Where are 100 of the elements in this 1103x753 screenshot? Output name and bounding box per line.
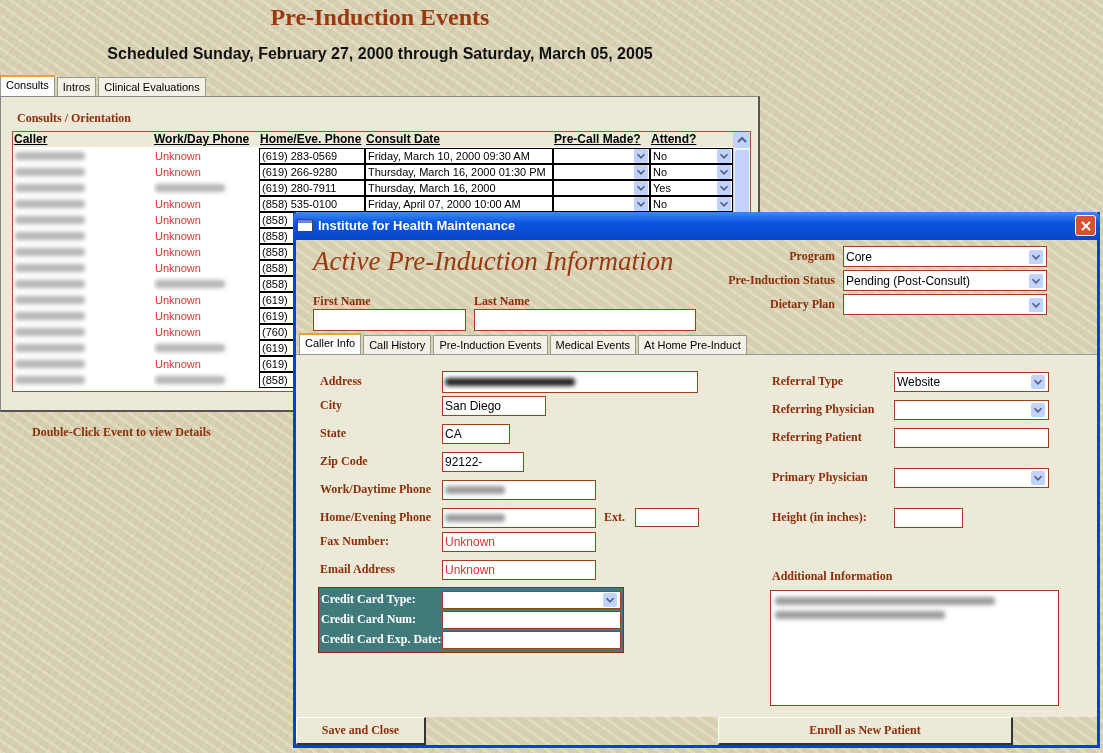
field-label: Zip Code: [320, 454, 369, 470]
table-cell: Thursday, March 16, 2000 01:30 PM: [365, 164, 553, 180]
table-cell-text: Unknown: [154, 229, 202, 244]
table-cell: Friday, March 10, 2000 09:30 AM: [365, 148, 553, 164]
field-label: City: [320, 398, 343, 414]
field-label: Email Address: [320, 562, 396, 578]
dropdown-field[interactable]: [894, 399, 1049, 420]
column-header[interactable]: Work/Day Phone: [153, 132, 259, 147]
input-field[interactable]: Unknown: [442, 559, 596, 580]
field-label: Primary Physician: [772, 470, 869, 486]
field-label: Referral Type: [772, 374, 845, 390]
input-field[interactable]: [442, 507, 596, 528]
table-cell-text: Unknown: [154, 309, 202, 324]
tab[interactable]: Call History: [363, 334, 432, 354]
redacted-text: [15, 344, 85, 352]
dropdown-field[interactable]: [843, 294, 1047, 316]
dropdown-field[interactable]: [553, 196, 650, 212]
input-field[interactable]: [442, 630, 621, 649]
redacted-text: [15, 296, 85, 304]
tab[interactable]: At Home Pre-Induct: [638, 334, 747, 354]
field-label: Program: [789, 249, 835, 265]
field-label: Fax Number:: [320, 534, 390, 550]
dropdown-field[interactable]: Pending (Post-Consult): [843, 270, 1047, 292]
input-field[interactable]: [442, 370, 698, 393]
redacted-text: [155, 280, 225, 288]
table-cell: (858) 535-0100: [259, 196, 365, 212]
dropdown-field[interactable]: [894, 467, 1049, 488]
column-header[interactable]: Pre-Call Made?: [553, 132, 650, 147]
input-field[interactable]: Unknown: [442, 531, 596, 552]
input-field[interactable]: [474, 308, 696, 331]
tab[interactable]: Pre-Induction Events: [433, 334, 548, 354]
table-cell: (619) 266-9280: [259, 164, 365, 180]
redacted-text: [15, 312, 85, 320]
table-cell: Thursday, March 16, 2000: [365, 180, 553, 196]
redacted-text: [15, 264, 85, 272]
dropdown-field[interactable]: No: [650, 148, 733, 164]
dropdown-field[interactable]: Core: [843, 246, 1047, 268]
dropdown-field[interactable]: No: [650, 164, 733, 180]
page-title: Pre-Induction Events: [269, 3, 491, 32]
field-label: Last Name: [474, 293, 531, 309]
close-button[interactable]: [1075, 215, 1096, 237]
tab[interactable]: Medical Events: [549, 334, 637, 354]
tab[interactable]: Intros: [56, 77, 97, 96]
dropdown-field[interactable]: No: [650, 196, 733, 212]
dropdown-field[interactable]: [553, 164, 650, 180]
redacted-text: [15, 216, 85, 224]
field-label: Ext.: [604, 510, 625, 526]
redacted-text: [15, 280, 85, 288]
tab[interactable]: Clinical Evaluations: [98, 77, 206, 96]
text-area[interactable]: [770, 589, 1059, 706]
field-label: Height (in inches):: [772, 510, 868, 526]
redacted-text: [15, 328, 85, 336]
table-cell: Friday, April 07, 2000 10:00 AM: [365, 196, 553, 212]
input-field[interactable]: CA: [442, 423, 510, 444]
redacted-text: [445, 513, 505, 522]
table-cell: (619) 280-7911: [259, 180, 365, 196]
input-field[interactable]: 92122-: [442, 451, 524, 472]
form-button[interactable]: Enroll as New Patient: [718, 717, 1013, 745]
field-label: Credit Card Type:: [321, 592, 417, 608]
redacted-text: [155, 344, 225, 352]
column-header[interactable]: Caller: [13, 132, 153, 147]
table-cell-text: Unknown: [154, 213, 202, 228]
dropdown-field[interactable]: [553, 180, 650, 196]
dropdown-field[interactable]: Yes: [650, 180, 733, 196]
table-cell-text: Unknown: [154, 165, 202, 180]
input-field[interactable]: [894, 507, 963, 528]
input-field[interactable]: San Diego: [442, 395, 546, 416]
column-header[interactable]: Home/Eve. Phone: [259, 132, 365, 147]
input-field[interactable]: [313, 308, 466, 331]
dropdown-field[interactable]: Website: [894, 371, 1049, 392]
table-cell-text: Unknown: [154, 325, 202, 340]
input-field[interactable]: [635, 508, 699, 528]
field-label: Additional Information: [772, 568, 894, 584]
table-cell-text: Unknown: [154, 261, 202, 276]
field-label: Dietary Plan: [770, 297, 835, 313]
redacted-text: [15, 184, 85, 192]
column-header[interactable]: Attend?: [650, 132, 733, 147]
table-cell-text: Unknown: [154, 245, 202, 260]
form-button[interactable]: Save and Close: [296, 717, 426, 745]
tab[interactable]: Consults: [0, 75, 55, 96]
column-header[interactable]: Consult Date: [365, 132, 553, 147]
close-icon: [1080, 220, 1091, 231]
table-cell-text: Unknown: [154, 293, 202, 308]
redacted-text: [15, 248, 85, 256]
field-label: Credit Card Num:: [321, 612, 418, 628]
input-field[interactable]: [894, 427, 1049, 448]
input-field[interactable]: [442, 610, 621, 629]
table-cell-text: Unknown: [154, 357, 202, 372]
dropdown-field[interactable]: [442, 590, 621, 609]
dropdown-field[interactable]: [553, 148, 650, 164]
redacted-text: [15, 168, 85, 176]
redacted-text: [15, 200, 85, 208]
field-label: Pre-Induction Status: [728, 273, 835, 289]
tab[interactable]: Caller Info: [299, 332, 362, 354]
field-label: Work/Daytime Phone: [320, 482, 432, 498]
field-label: Address: [320, 374, 363, 390]
redacted-text: [155, 184, 225, 192]
redacted-text: [15, 376, 85, 384]
redacted-text: [15, 360, 85, 368]
input-field[interactable]: [442, 479, 596, 500]
